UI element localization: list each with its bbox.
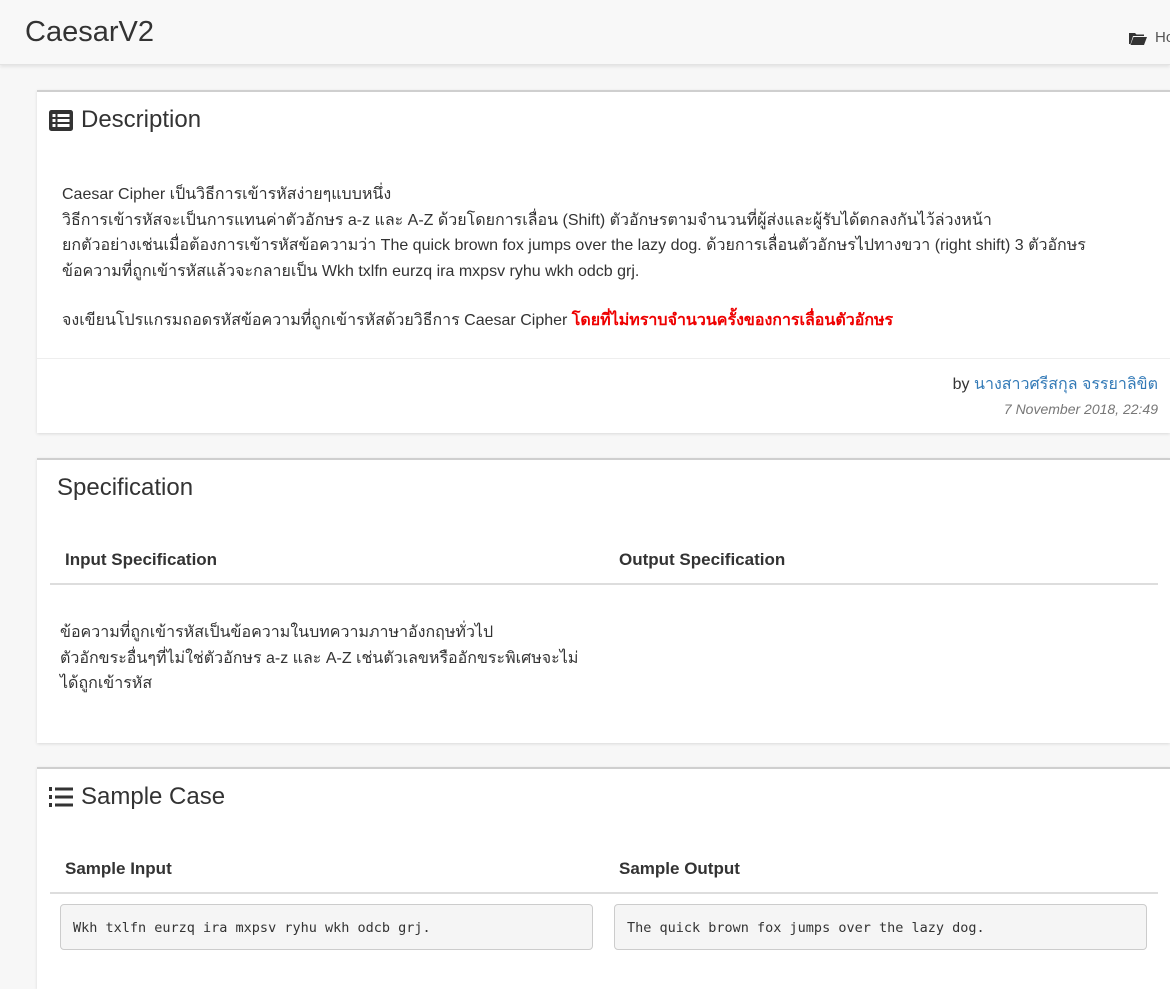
- folder-open-icon: [1129, 32, 1147, 45]
- sample-input-header: Sample Input: [65, 859, 172, 878]
- sample-title: Sample Case: [81, 783, 226, 810]
- nav-home-link[interactable]: Ho: [1129, 29, 1170, 46]
- by-label: by: [952, 376, 970, 393]
- input-spec-line: ตัวอักขระอื่นๆที่ไม่ใช่ตัวอักษร a-z และ …: [60, 649, 579, 693]
- specification-title: Specification: [57, 474, 194, 501]
- description-card: Description Caesar Cipher เป็นวิธีการเข้…: [37, 90, 1170, 433]
- description-line: Caesar Cipher เป็นวิธีการเข้ารหัสง่ายๆแบ…: [62, 186, 392, 203]
- sample-output-box[interactable]: The quick brown fox jumps over the lazy …: [614, 904, 1147, 950]
- sample-input-box[interactable]: Wkh txlfn eurzq ira mxpsv ryhu wkh odcb …: [60, 904, 593, 950]
- author-link[interactable]: นางสาวศรีสกุล จรรยาลิขิต: [974, 376, 1158, 393]
- sample-heading: Sample Case: [49, 783, 225, 811]
- brand-link[interactable]: CaesarV2: [25, 16, 154, 49]
- task-warning: โดยที่ไม่ทราบจำนวนครั้งของการเลื่อนตัวอั…: [571, 312, 894, 329]
- input-spec-header: Input Specification: [65, 550, 218, 569]
- description-divider: [37, 358, 1170, 359]
- output-spec-header: Output Specification: [619, 550, 786, 569]
- nav-home-label: Ho: [1155, 29, 1170, 46]
- post-date: 7 November 2018, 22:49: [1003, 401, 1158, 417]
- navbar: CaesarV2 Ho: [0, 0, 1170, 65]
- description-title: Description: [81, 106, 202, 133]
- input-spec-line: ข้อความที่ถูกเข้ารหัสเป็นข้อความในบทความ…: [60, 624, 494, 641]
- task-statement: จงเขียนโปรแกรมถอดรหัสข้อความที่ถูกเข้ารห…: [62, 308, 1162, 334]
- specification-card: Specification Input Specification Output…: [37, 458, 1170, 743]
- sample-header-rule: [50, 892, 1158, 894]
- spec-header-rule: [50, 583, 1158, 585]
- description-line: ข้อความที่ถูกเข้ารหัสแล้วจะกลายเป็น Wkh …: [62, 262, 640, 280]
- list-ol-icon: [49, 787, 73, 807]
- task-text: จงเขียนโปรแกรมถอดรหัสข้อความที่ถูกเข้ารห…: [62, 312, 572, 329]
- description-line: ยกตัวอย่างเช่นเมื่อต้องการเข้ารหัสข้อควา…: [62, 237, 1086, 254]
- description-line: วิธีการเข้ารหัสจะเป็นการแทนค่าตัวอักษร a…: [62, 211, 992, 229]
- sample-output-header: Sample Output: [619, 859, 740, 878]
- description-heading: Description: [49, 106, 201, 134]
- description-body: Caesar Cipher เป็นวิธีการเข้ารหัสง่ายๆแบ…: [62, 182, 1162, 334]
- sample-case-card: Sample Case Sample Input Sample Output W…: [37, 767, 1170, 989]
- input-spec-text: ข้อความที่ถูกเข้ารหัสเป็นข้อความในบทความ…: [60, 620, 590, 697]
- specification-heading: Specification: [57, 474, 193, 502]
- list-alt-icon: [49, 109, 73, 131]
- author-line: by นางสาวศรีสกุล จรรยาลิขิต: [953, 372, 1158, 397]
